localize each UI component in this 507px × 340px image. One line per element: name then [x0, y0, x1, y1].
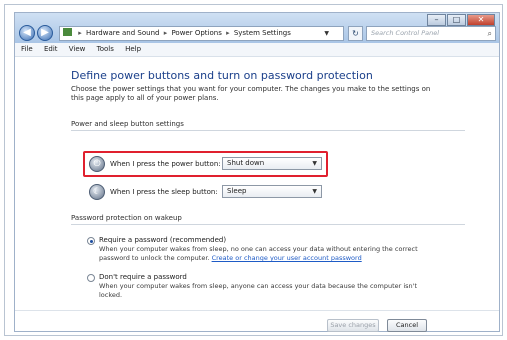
navigation-bar: ◀ ▶ ▸ Hardware and Sound ▸ Power Options…: [19, 25, 496, 43]
footer-divider: [15, 310, 499, 311]
search-placeholder: Search Control Panel: [371, 29, 440, 37]
power-button-label: When I press the power button:: [110, 160, 221, 168]
chevron-down-icon: ▼: [312, 188, 317, 195]
back-arrow-icon[interactable]: ◀: [19, 25, 35, 41]
search-input[interactable]: Search Control Panel ⌕: [366, 26, 496, 41]
control-panel-icon: [63, 28, 72, 36]
sleep-button-label: When I press the sleep button:: [110, 188, 218, 196]
section-divider: [71, 224, 465, 225]
forward-arrow-icon[interactable]: ▶: [37, 25, 53, 41]
change-password-link[interactable]: Create or change your user account passw…: [212, 254, 362, 262]
power-button-icon: ⏻: [89, 156, 105, 172]
power-button-select[interactable]: Shut down ▼: [222, 157, 322, 170]
menu-file[interactable]: File: [21, 45, 33, 53]
refresh-icon[interactable]: ↻: [348, 26, 363, 41]
save-changes-button[interactable]: Save changes: [327, 319, 379, 332]
search-icon[interactable]: ⌕: [488, 27, 492, 40]
password-section-label: Password protection on wakeup: [71, 214, 182, 222]
page-description: Choose the power settings that you want …: [71, 85, 431, 102]
breadcrumb-separator: ▸: [226, 29, 230, 37]
menu-tools[interactable]: Tools: [97, 45, 114, 53]
chevron-down-icon: ▼: [312, 160, 317, 167]
no-password-description: When your computer wakes from sleep, any…: [99, 282, 418, 299]
require-password-radio[interactable]: [87, 237, 95, 245]
sleep-button-icon: ☾: [89, 184, 105, 200]
menu-help[interactable]: Help: [125, 45, 141, 53]
cancel-button[interactable]: Cancel: [387, 319, 427, 332]
no-password-title[interactable]: Don't require a password: [99, 273, 187, 281]
address-bar[interactable]: ▸ Hardware and Sound ▸ Power Options ▸ S…: [59, 26, 344, 41]
breadcrumb-hardware-and-sound[interactable]: Hardware and Sound: [86, 29, 159, 37]
breadcrumb-separator: ▸: [163, 29, 168, 37]
breadcrumb-system-settings[interactable]: System Settings: [234, 29, 291, 37]
page-title: Define power buttons and turn on passwor…: [71, 69, 373, 82]
menu-bar: File Edit View Tools Help: [15, 43, 499, 57]
power-button-value: Shut down: [227, 159, 265, 167]
sleep-button-value: Sleep: [227, 187, 247, 195]
power-section-label: Power and sleep button settings: [71, 120, 184, 128]
control-panel-window: – □ ✕ ◀ ▶ ▸ Hardware and Sound ▸ Power O…: [14, 12, 500, 332]
chevron-down-icon[interactable]: ▼: [324, 27, 329, 40]
menu-view[interactable]: View: [69, 45, 86, 53]
title-bar: – □ ✕ ◀ ▶ ▸ Hardware and Sound ▸ Power O…: [15, 13, 499, 43]
require-password-description: When your computer wakes from sleep, no …: [99, 245, 429, 263]
section-divider: [71, 130, 465, 131]
breadcrumb-separator: ▸: [78, 29, 82, 37]
menu-edit[interactable]: Edit: [44, 45, 58, 53]
require-password-title[interactable]: Require a password (recommended): [99, 236, 226, 244]
breadcrumb-power-options[interactable]: Power Options: [171, 29, 221, 37]
main-content: Define power buttons and turn on passwor…: [15, 57, 499, 332]
sleep-button-select[interactable]: Sleep ▼: [222, 185, 322, 198]
no-password-radio[interactable]: [87, 274, 95, 282]
